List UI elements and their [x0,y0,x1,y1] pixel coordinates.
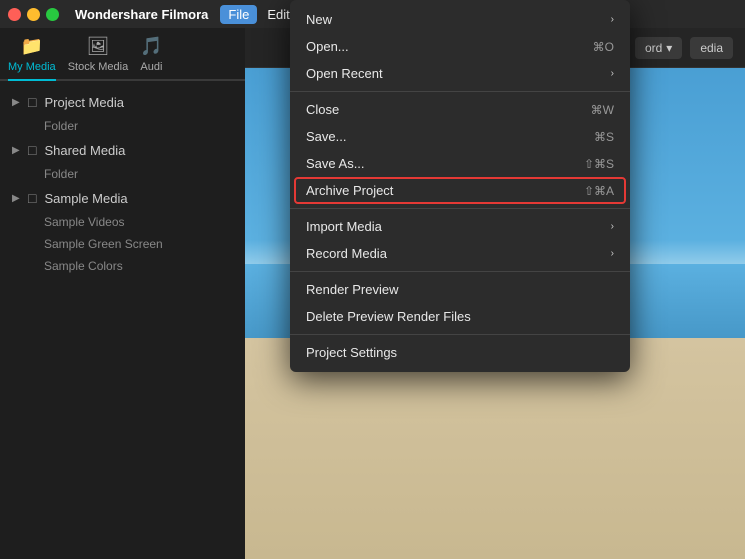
separator-3 [290,271,630,272]
menu-item-render-preview[interactable]: Render Preview [290,276,630,303]
menu-item-project-settings[interactable]: Project Settings [290,339,630,366]
open-recent-arrow-icon: › [611,68,614,79]
menu-item-close[interactable]: Close ⌘W [290,96,630,123]
save-as-shortcut: ⇧⌘S [584,157,614,171]
import-media-label: Import Media [306,219,382,234]
menu-item-save[interactable]: Save... ⌘S [290,123,630,150]
separator-2 [290,208,630,209]
menu-item-open-recent[interactable]: Open Recent › [290,60,630,87]
menu-item-archive-project[interactable]: Archive Project ⇧⌘A [290,177,630,204]
menu-item-save-as[interactable]: Save As... ⇧⌘S [290,150,630,177]
open-recent-label: Open Recent [306,66,383,81]
separator-1 [290,91,630,92]
open-shortcut: ⌘O [593,40,614,54]
menu-item-import-media[interactable]: Import Media › [290,213,630,240]
save-label: Save... [306,129,346,144]
archive-project-label: Archive Project [306,183,393,198]
dropdown-overlay: New › Open... ⌘O Open Recent › Close ⌘W … [0,0,745,559]
menu-item-open[interactable]: Open... ⌘O [290,33,630,60]
close-shortcut: ⌘W [591,103,614,117]
render-preview-label: Render Preview [306,282,399,297]
record-media-label: Record Media [306,246,387,261]
menu-item-delete-preview[interactable]: Delete Preview Render Files [290,303,630,330]
menu-item-new[interactable]: New › [290,6,630,33]
open-label: Open... [306,39,349,54]
record-media-arrow-icon: › [611,248,614,259]
delete-preview-label: Delete Preview Render Files [306,309,471,324]
project-settings-label: Project Settings [306,345,397,360]
new-arrow-icon: › [611,14,614,25]
menu-item-record-media[interactable]: Record Media › [290,240,630,267]
separator-4 [290,334,630,335]
close-label: Close [306,102,339,117]
import-media-arrow-icon: › [611,221,614,232]
archive-project-shortcut: ⇧⌘A [584,184,614,198]
new-label: New [306,12,332,27]
file-menu-dropdown: New › Open... ⌘O Open Recent › Close ⌘W … [290,0,630,372]
save-shortcut: ⌘S [594,130,614,144]
save-as-label: Save As... [306,156,365,171]
